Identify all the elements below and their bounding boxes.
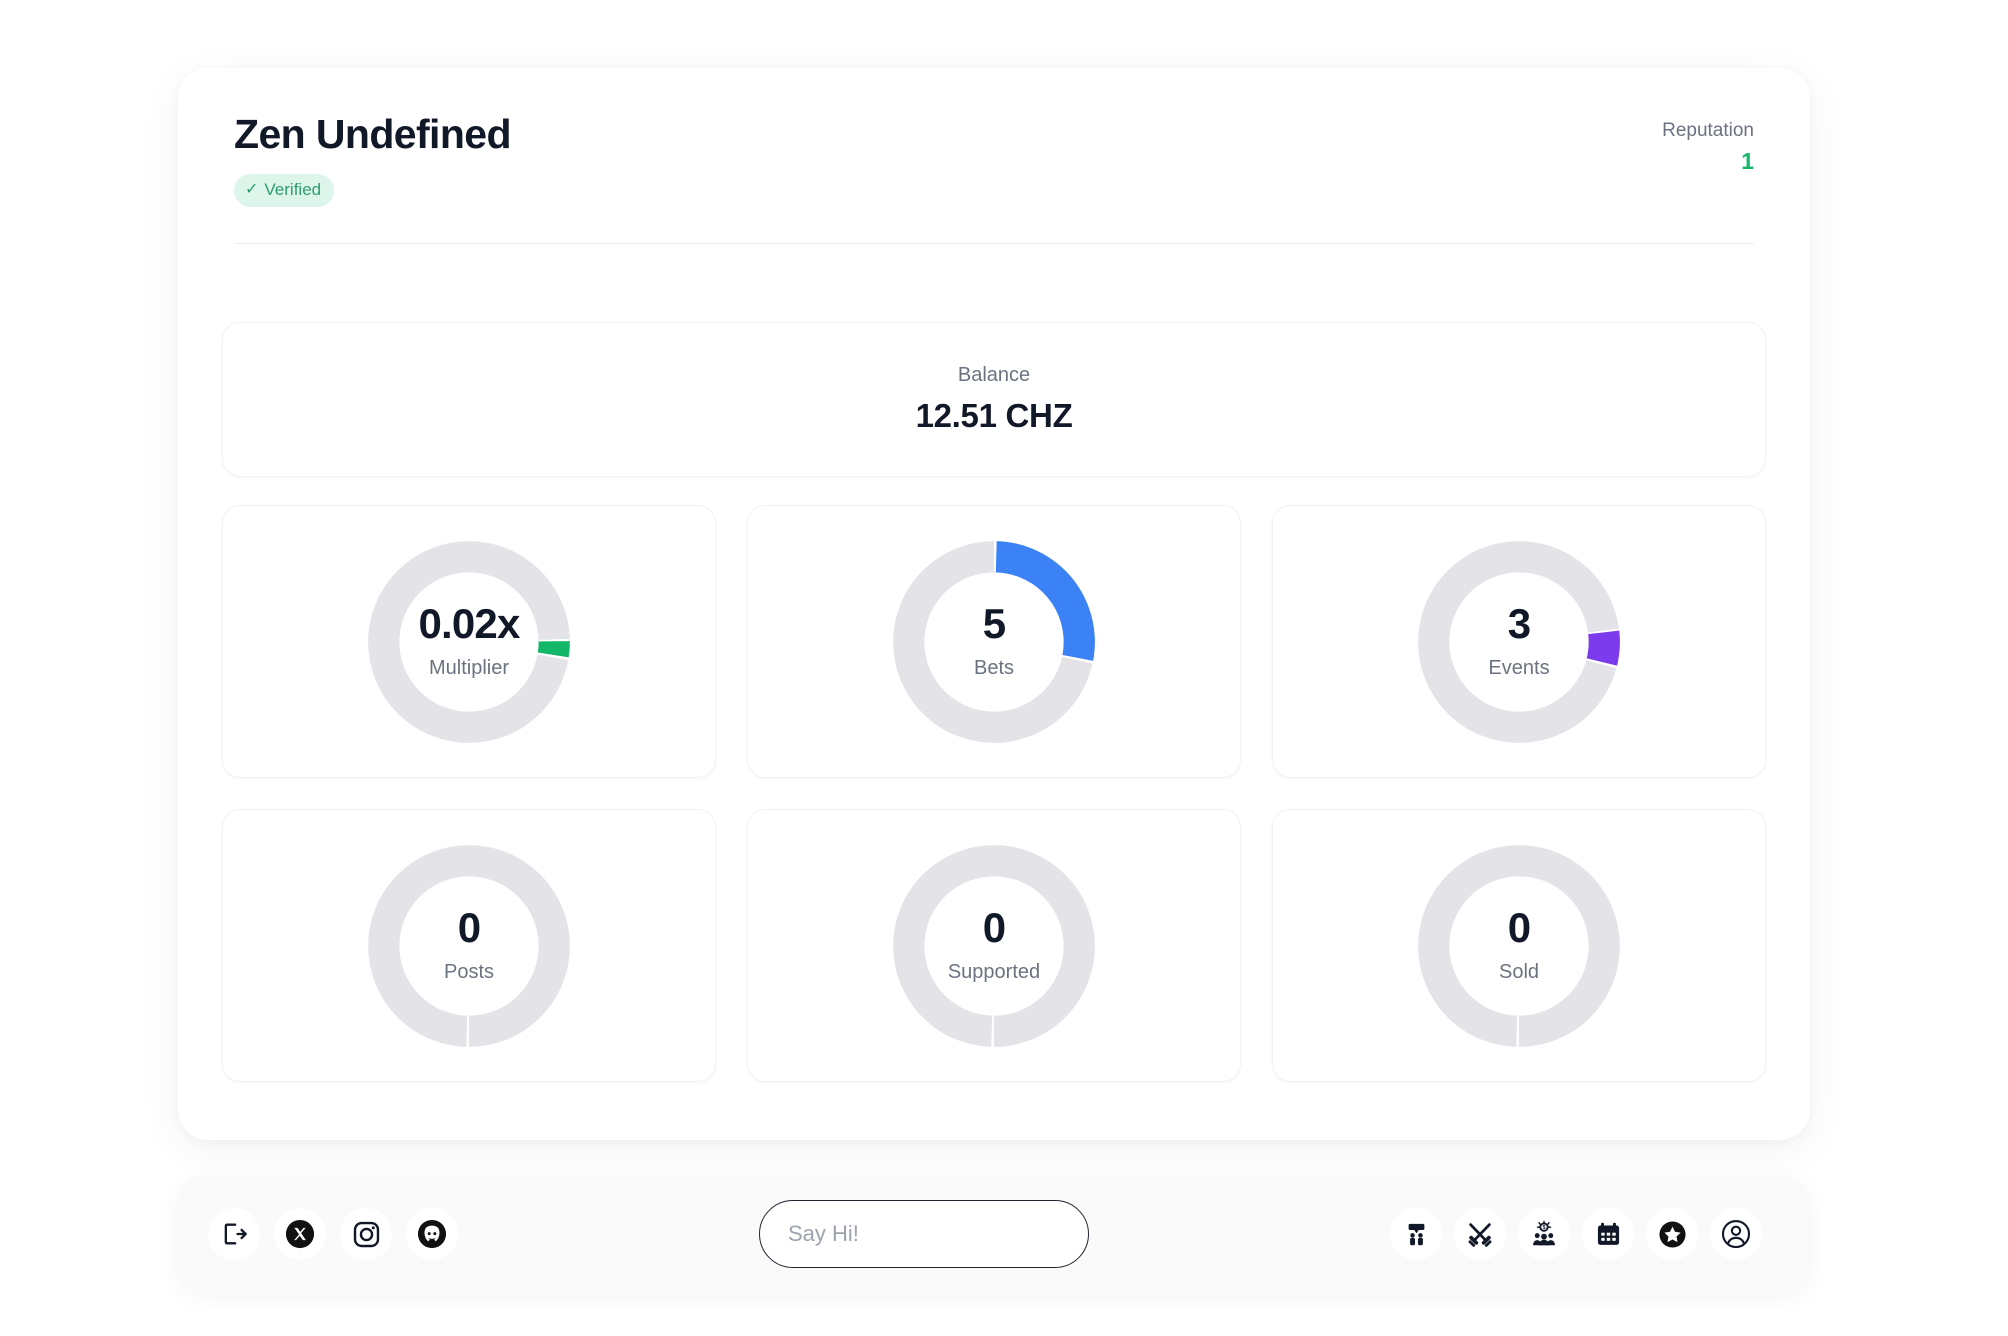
stat-value: 0 <box>457 904 481 952</box>
x-twitter-icon <box>285 1219 315 1249</box>
stat-value: 3 <box>1507 600 1531 648</box>
balance-card: Balance 12.51 CHZ <box>222 322 1766 478</box>
star-icon <box>1658 1220 1687 1249</box>
crowdfunding-icon: $ <box>1530 1220 1558 1248</box>
calendar-icon <box>1595 1221 1622 1248</box>
instagram-button[interactable] <box>340 1208 392 1260</box>
profile-dashboard-card: Zen Undefined ✓ Verified Reputation 1 Ba… <box>178 68 1810 1140</box>
reputation-block: Reputation 1 <box>1662 120 1754 175</box>
donut-chart-supported: 0 Supported <box>890 842 1098 1050</box>
donut-chart-sold: 0 Sold <box>1415 842 1623 1050</box>
stat-label: Supported <box>947 961 1041 984</box>
calendar-button[interactable] <box>1582 1208 1634 1260</box>
logout-icon <box>220 1220 248 1248</box>
x-twitter-button[interactable] <box>274 1208 326 1260</box>
status-badge-verified: ✓ Verified <box>234 174 335 208</box>
stat-label: Bets <box>973 657 1015 680</box>
donut-chart-posts: 0 Posts <box>365 842 573 1050</box>
stat-card-multiplier[interactable]: 0.02x Multiplier <box>222 505 716 779</box>
donut-chart-multiplier: 0.02x Multiplier <box>365 538 573 746</box>
page-title: Zen Undefined <box>234 111 512 157</box>
instagram-icon <box>352 1220 381 1249</box>
bottom-toolbar: $ <box>178 1176 1810 1292</box>
stat-label: Events <box>1488 657 1550 680</box>
say-hi-input[interactable] <box>759 1200 1089 1268</box>
crowdfunding-button[interactable]: $ <box>1518 1208 1570 1260</box>
stat-value: 0 <box>1507 904 1531 952</box>
stat-value: 0 <box>982 904 1006 952</box>
profile-header: Zen Undefined ✓ Verified Reputation 1 <box>222 111 1766 208</box>
stat-label: Sold <box>1498 961 1540 984</box>
check-icon: ✓ <box>245 181 259 199</box>
social-links-group <box>208 1208 458 1260</box>
reputation-label: Reputation <box>1662 120 1754 141</box>
favorites-button[interactable] <box>1646 1208 1698 1260</box>
stat-card-supported[interactable]: 0 Supported <box>747 809 1241 1083</box>
stat-label: Posts <box>443 961 495 984</box>
stat-card-sold[interactable]: 0 Sold <box>1272 809 1766 1083</box>
chat-input-wrapper <box>458 1200 1390 1268</box>
dashboard-content: Balance 12.51 CHZ 0.02x Multiplier 5 Bet… <box>222 322 1766 1083</box>
header-divider <box>234 243 1754 245</box>
donut-chart-bets: 5 Bets <box>890 538 1098 746</box>
navigation-icons-group: $ <box>1390 1208 1762 1260</box>
battles-button[interactable] <box>1454 1208 1506 1260</box>
reputation-value: 1 <box>1741 148 1754 174</box>
discord-icon <box>417 1219 447 1249</box>
verified-label: Verified <box>264 180 322 200</box>
stats-grid: 0.02x Multiplier 5 Bets 3 Events 0 Posts… <box>222 505 1766 1083</box>
logout-button[interactable] <box>208 1208 260 1260</box>
community-chat-icon <box>1403 1221 1430 1248</box>
discord-button[interactable] <box>406 1208 458 1260</box>
crossed-swords-icon <box>1466 1220 1494 1248</box>
stat-value: 0.02x <box>418 600 520 648</box>
stat-card-posts[interactable]: 0 Posts <box>222 809 716 1083</box>
stat-value: 5 <box>982 600 1006 648</box>
svg-text:$: $ <box>1543 1225 1546 1231</box>
balance-label: Balance <box>957 364 1031 387</box>
stat-card-bets[interactable]: 5 Bets <box>747 505 1241 779</box>
user-profile-icon <box>1721 1219 1751 1249</box>
stat-card-events[interactable]: 3 Events <box>1272 505 1766 779</box>
community-chat-button[interactable] <box>1390 1208 1442 1260</box>
donut-chart-events: 3 Events <box>1415 538 1623 746</box>
stat-label: Multiplier <box>428 657 510 680</box>
balance-value: 12.51 CHZ <box>915 397 1073 435</box>
user-profile-button[interactable] <box>1710 1208 1762 1260</box>
